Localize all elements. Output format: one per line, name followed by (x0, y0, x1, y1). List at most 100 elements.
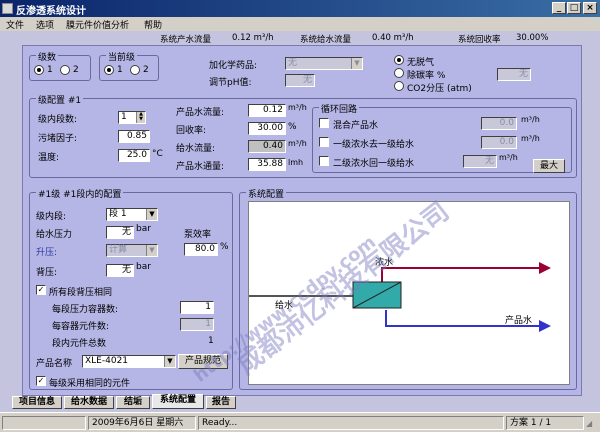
main-panel: 级数 1 2 当前级 1 2 加化学药品: 无 ▼ 调节pH值: 无 无脱气 除… (22, 45, 582, 396)
tab-project-info[interactable]: 项目信息 (12, 396, 62, 409)
chevron-down-icon: ▼ (146, 245, 157, 256)
window-title: 反渗透系统设计 (16, 6, 86, 17)
feed-pressure-label: 给水压力 (36, 230, 73, 240)
ph-input[interactable]: 无 (285, 74, 315, 87)
menu-membrane-analysis[interactable]: 膜元件价值分析 (66, 18, 129, 31)
conc2-label: 二级浓水回一级给水 (333, 159, 415, 169)
same-elements-checkbox[interactable]: ✓ (36, 376, 46, 386)
stage-recovery-input[interactable]: 30.00 (248, 122, 286, 135)
degas-rate-label: 除碳率 % (407, 71, 446, 81)
product-flow-label: 系统产水流量 (160, 35, 212, 45)
conc1-checkbox[interactable] (319, 137, 329, 147)
conc1-unit: m³/h (521, 134, 540, 143)
stages-radio-1-label: 1 (47, 65, 53, 75)
stage-feed-flow-value: 0.40 (248, 140, 286, 153)
mix-product-unit: m³/h (521, 115, 540, 124)
temperature-label: 温度: (38, 153, 60, 163)
pump-efficiency-input[interactable]: 80.0 (184, 243, 218, 256)
conc1-input[interactable]: 0.0 (481, 136, 517, 149)
back-pressure-input[interactable]: 无 (106, 264, 134, 277)
degas-none-label: 无脱气 (407, 58, 435, 68)
current-stage-radio-2-label: 2 (143, 65, 149, 75)
product-label: 产品水 (505, 316, 533, 326)
fouling-input[interactable]: 0.85 (118, 130, 150, 143)
status-date: 2009年6月6日 星期六 (88, 416, 196, 430)
recycle-title: 循环回路 (319, 102, 360, 115)
stage-config-group: 级配置 #1 级内段数: 1 ▲ ▼ 污堵因子: 0.85 温度: 25.0 °C… (29, 93, 577, 178)
fouling-label: 污堵因子: (38, 134, 78, 144)
status-plan: 方案 1 / 1 (506, 416, 584, 430)
close-button[interactable]: × (583, 2, 597, 14)
stage-config-title: 级配置 #1 (36, 93, 84, 106)
minimize-button[interactable]: _ (552, 2, 566, 14)
degas-partial-radio[interactable] (394, 81, 404, 91)
maximize-button[interactable]: □ (567, 2, 581, 14)
segment-select[interactable]: 段 1 ▼ (106, 208, 158, 221)
degas-value-input[interactable]: 无 (497, 68, 531, 81)
vessels-label: 每段压力容器数: (52, 305, 119, 315)
pump-efficiency-unit: % (220, 242, 229, 252)
menu-help[interactable]: 帮助 (144, 18, 162, 31)
stages-radio-2-label: 2 (73, 65, 79, 75)
conc2-input[interactable]: 无 (463, 155, 497, 168)
tab-scaling[interactable]: 结垢 (116, 396, 150, 409)
mix-product-checkbox[interactable] (319, 118, 329, 128)
current-stage-title: 当前级 (106, 50, 138, 63)
menu-file[interactable]: 文件 (6, 18, 24, 31)
vessels-input[interactable]: 1 (180, 301, 214, 314)
elements-input[interactable]: 1 (180, 318, 214, 331)
pump-efficiency-label: 泵效率 (184, 230, 212, 240)
temperature-input[interactable]: 25.0 (118, 149, 150, 162)
product-name-label: 产品名称 (36, 359, 73, 369)
ph-label: 调节pH值: (209, 78, 252, 88)
tab-report[interactable]: 报告 (206, 396, 236, 409)
current-stage-group: 当前级 1 2 (99, 50, 159, 81)
stages-in-stepper[interactable]: 1 ▲ ▼ (118, 111, 146, 124)
degas-rate-radio[interactable] (394, 68, 404, 78)
current-stage-radio-1-label: 1 (117, 65, 123, 75)
feed-pressure-input[interactable]: 无 (106, 226, 134, 239)
same-back-pressure-checkbox[interactable]: ✓ (36, 285, 46, 295)
mix-product-label: 混合产品水 (333, 121, 379, 131)
stages-group: 级数 1 2 (29, 50, 91, 81)
feed-flow-label: 系统给水流量 (300, 35, 352, 45)
resize-grip-icon[interactable]: ◢ (586, 419, 598, 431)
elements-label: 每容器元件数: (52, 322, 110, 332)
product-name-select[interactable]: XLE-4021 ▼ (82, 355, 176, 368)
stages-in-label: 级内段数: (38, 115, 78, 125)
chemical-dose-select[interactable]: 无 ▼ (285, 57, 363, 70)
menu-options[interactable]: 选项 (36, 18, 54, 31)
degas-partial-label: CO2分压 (atm) (407, 84, 472, 94)
title-bar: 反渗透系统设计 _ □ × (0, 0, 600, 17)
feed-flow-value: 0.40 m³/h (372, 33, 414, 43)
status-state: Ready... (198, 416, 504, 430)
stage-product-flow-input[interactable]: 0.12 (248, 104, 286, 117)
tab-system-config[interactable]: 系统配置 (152, 394, 204, 409)
spin-arrows-icon[interactable]: ▲ ▼ (136, 112, 145, 123)
total-elements-value: 1 (208, 336, 214, 346)
system-config-title: 系统配置 (246, 187, 287, 200)
stages-radio-1[interactable] (34, 65, 44, 75)
stage-product-flow-label: 产品水流量: (176, 108, 225, 118)
stage-flux-unit: lmh (288, 158, 304, 167)
stage-flux-label: 产品水通量: (176, 162, 225, 172)
feed-pressure-unit: bar (136, 224, 151, 234)
stages-title: 级数 (36, 50, 59, 63)
degas-none-radio[interactable] (394, 55, 404, 65)
total-elements-label: 段内元件总数 (52, 339, 107, 349)
concentrate-line (381, 262, 551, 284)
mix-product-input[interactable]: 0.0 (481, 117, 517, 130)
segment-config-title: #1级 #1段内的配置 (36, 187, 124, 200)
same-back-pressure-label: 所有段背压相同 (49, 288, 113, 298)
tab-feed-data[interactable]: 给水数据 (64, 396, 114, 409)
stage-recovery-unit: % (288, 122, 297, 132)
chevron-down-icon: ▼ (164, 356, 175, 367)
current-stage-radio-2[interactable] (130, 65, 140, 75)
stage-product-flow-unit: m³/h (288, 103, 307, 112)
conc2-checkbox[interactable] (319, 156, 329, 166)
boost-label: 升压: (36, 248, 58, 258)
max-button[interactable]: 最大 (533, 159, 565, 173)
current-stage-radio-1[interactable] (104, 65, 114, 75)
boost-select[interactable]: 计算 ▼ (106, 244, 158, 257)
stages-radio-2[interactable] (60, 65, 70, 75)
